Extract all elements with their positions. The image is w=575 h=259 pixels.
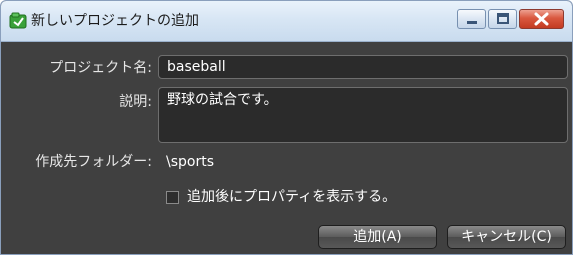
project-name-label: プロジェクト名: (49, 60, 152, 76)
description-text: 野球の試合です。 (167, 92, 278, 108)
destination-folder-label: 作成先フォルダー: (35, 154, 152, 170)
close-button[interactable] (519, 9, 564, 29)
description-textarea[interactable]: 野球の試合です。 (158, 87, 568, 143)
new-project-icon (9, 12, 27, 30)
show-properties-option[interactable]: 追加後にプロパティを表示する。 (166, 188, 396, 206)
description-label: 説明: (119, 94, 152, 110)
destination-folder-value: \sports (166, 154, 215, 170)
maximize-icon (497, 13, 509, 24)
add-button[interactable]: 追加(A) (318, 225, 437, 249)
window-title: 新しいプロジェクトの追加 (31, 13, 199, 29)
close-icon (534, 12, 549, 26)
dialog-body: プロジェクト名: 説明: 野球の試合です。 作成先フォルダー: \sports … (1, 42, 572, 254)
caption-buttons (457, 9, 564, 29)
show-properties-checkbox[interactable] (166, 190, 179, 204)
add-project-dialog: 新しいプロジェクトの追加 プロジェクト名: 説明: (0, 0, 573, 255)
cancel-button[interactable]: キャンセル(C) (447, 225, 566, 249)
minimize-button[interactable] (457, 9, 486, 29)
minimize-icon (467, 21, 477, 24)
title-bar[interactable]: 新しいプロジェクトの追加 (1, 1, 572, 42)
show-properties-label: 追加後にプロパティを表示する。 (187, 189, 397, 205)
project-name-input[interactable] (158, 55, 568, 79)
maximize-button[interactable] (488, 9, 517, 29)
